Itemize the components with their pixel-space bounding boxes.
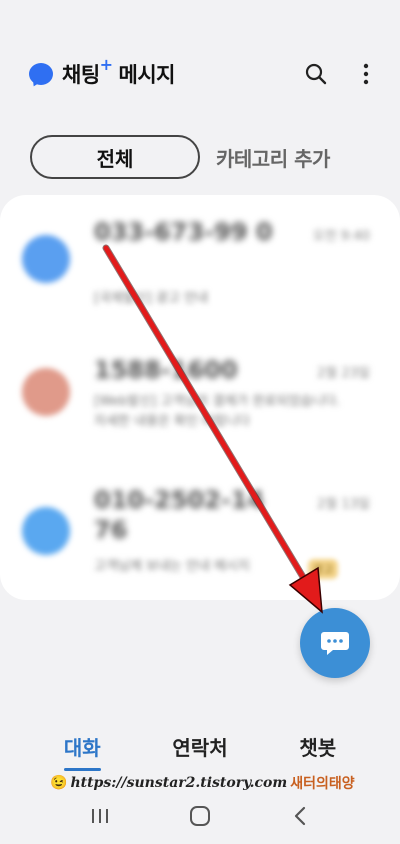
contact-avatar: [22, 368, 70, 416]
add-category-button[interactable]: 카테고리 추가: [216, 143, 330, 172]
wink-emoji-icon: 😉: [50, 775, 68, 791]
contact-avatar: [22, 507, 70, 555]
app-title-plus: +: [99, 55, 113, 74]
conversation-name: 010-2502-14 76: [94, 486, 265, 544]
conversation-preview: [Web발신] 고객님의 결제가 완료되었습니다. 자세한 내용은 확인 바랍니…: [94, 394, 341, 429]
contact-avatar: [22, 235, 70, 283]
conversation-time: 2월 13일: [317, 497, 370, 512]
app-title-main: 채팅: [62, 63, 100, 87]
system-nav-bar: [0, 798, 400, 834]
conversation-name: 033-673-99 0: [94, 218, 273, 246]
tab-conversations[interactable]: 대화: [63, 732, 101, 771]
conversation-preview: 고객님께 보내는 안내 메시지: [94, 559, 250, 574]
conversation-item[interactable]: 010-2502-14 76 2월 13일 고객님께 보내는 안내 메시지 광고: [0, 465, 400, 600]
recent-apps-icon[interactable]: [80, 801, 120, 831]
conversation-preview: [국제발신] 광고 안내: [94, 291, 209, 306]
watermark-url: https://sunstar2.tistory.com: [70, 775, 288, 791]
home-icon[interactable]: [180, 801, 220, 831]
chat-bubble-logo-icon: [28, 61, 54, 89]
conversation-time: 2월 23일: [317, 366, 370, 381]
conversation-time: 오전 9:40: [312, 229, 370, 244]
conversation-item[interactable]: 1588-1600 2월 23일 [Web발신] 고객님의 결제가 완료되었습니…: [0, 330, 400, 465]
tab-contacts[interactable]: 연락처: [172, 732, 227, 765]
blog-watermark: 😉 https://sunstar2.tistory.com 새터의태양: [50, 772, 355, 794]
app-header: 채팅 + 메시지: [28, 52, 380, 96]
app-title: 채팅 + 메시지: [62, 55, 176, 89]
conversation-item[interactable]: 033-673-99 0 오전 9:40 [국제발신] 광고 안내: [0, 195, 400, 330]
app-title-rest: 메시지: [118, 63, 176, 87]
back-icon[interactable]: [280, 801, 320, 831]
bottom-tab-bar: 대화 연락처 챗봇: [0, 728, 400, 771]
category-chip-all[interactable]: 전체: [30, 135, 200, 179]
chat-bubble-icon: [321, 632, 349, 655]
category-bar: 전체 카테고리 추가: [30, 134, 380, 180]
conversation-name: 1588-1600: [94, 356, 238, 384]
watermark-owner: 새터의태양: [290, 776, 355, 792]
ad-tag-badge: 광고: [308, 559, 339, 579]
search-icon[interactable]: [302, 60, 330, 88]
tab-chatbot[interactable]: 챗봇: [299, 732, 336, 765]
more-vert-icon[interactable]: [352, 60, 380, 88]
new-message-button[interactable]: [300, 608, 370, 678]
conversation-list: 033-673-99 0 오전 9:40 [국제발신] 광고 안내 1588-1…: [0, 195, 400, 600]
